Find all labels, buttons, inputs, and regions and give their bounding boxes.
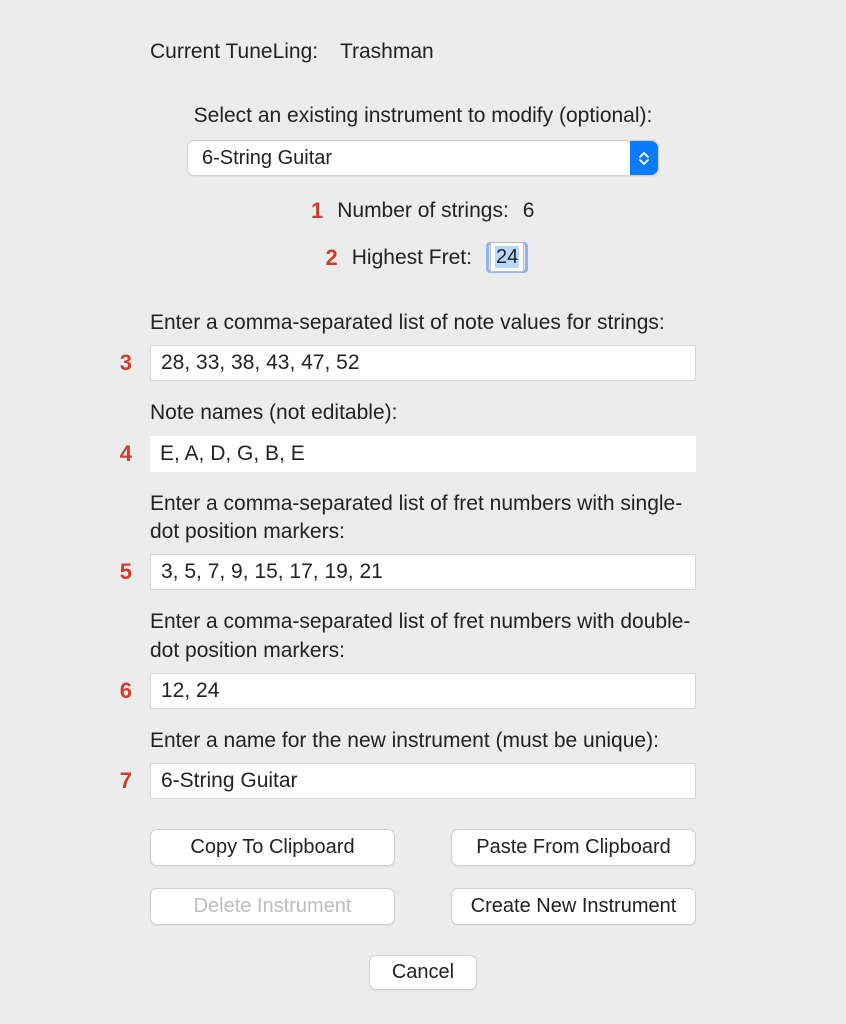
note-values-input[interactable]: 28, 33, 38, 43, 47, 52 <box>150 345 696 381</box>
note-values-value: 28, 33, 38, 43, 47, 52 <box>161 351 360 375</box>
marker-7: 7 <box>112 768 132 794</box>
number-of-strings-label: Number of strings: <box>337 199 509 223</box>
single-dot-label: Enter a comma-separated list of fret num… <box>150 490 696 547</box>
highest-fret-input[interactable]: 24 <box>486 242 528 273</box>
current-tuneling-value: Trashman <box>340 40 434 64</box>
single-dot-input[interactable]: 3, 5, 7, 9, 15, 17, 19, 21 <box>150 554 696 590</box>
marker-6: 6 <box>112 678 132 704</box>
double-dot-input[interactable]: 12, 24 <box>150 673 696 709</box>
instrument-name-label: Enter a name for the new instrument (mus… <box>150 727 696 755</box>
double-dot-value: 12, 24 <box>161 679 219 703</box>
highest-fret-row: 2 Highest Fret: 24 <box>0 242 846 273</box>
select-arrows-icon <box>630 141 658 175</box>
marker-1: 1 <box>303 198 323 224</box>
marker-5: 5 <box>112 559 132 585</box>
create-new-instrument-button[interactable]: Create New Instrument <box>451 888 696 925</box>
header: Current TuneLing: Trashman <box>150 40 846 64</box>
note-names-display: E, A, D, G, B, E <box>150 436 696 472</box>
current-tuneling-label: Current TuneLing: <box>150 40 318 64</box>
instrument-name-input[interactable]: 6-String Guitar <box>150 763 696 799</box>
number-of-strings-row: 1 Number of strings: 6 <box>0 198 846 224</box>
double-dot-label: Enter a comma-separated list of fret num… <box>150 608 696 665</box>
select-instrument-label: Select an existing instrument to modify … <box>0 104 846 128</box>
instrument-select-value: 6-String Guitar <box>188 147 630 170</box>
copy-to-clipboard-button[interactable]: Copy To Clipboard <box>150 829 395 866</box>
single-dot-value: 3, 5, 7, 9, 15, 17, 19, 21 <box>161 560 383 584</box>
highest-fret-value: 24 <box>495 246 519 268</box>
number-of-strings-value: 6 <box>523 199 543 223</box>
highest-fret-label: Highest Fret: <box>352 246 472 270</box>
instrument-name-value: 6-String Guitar <box>161 769 298 793</box>
instrument-select[interactable]: 6-String Guitar <box>187 140 659 176</box>
cancel-button[interactable]: Cancel <box>369 955 477 990</box>
note-values-label: Enter a comma-separated list of note val… <box>150 309 696 337</box>
marker-4: 4 <box>112 441 132 467</box>
marker-2: 2 <box>318 245 338 271</box>
paste-from-clipboard-button[interactable]: Paste From Clipboard <box>451 829 696 866</box>
marker-3: 3 <box>112 350 132 376</box>
note-names-value: E, A, D, G, B, E <box>160 442 305 466</box>
delete-instrument-button: Delete Instrument <box>150 888 395 925</box>
note-names-label: Note names (not editable): <box>150 399 696 427</box>
